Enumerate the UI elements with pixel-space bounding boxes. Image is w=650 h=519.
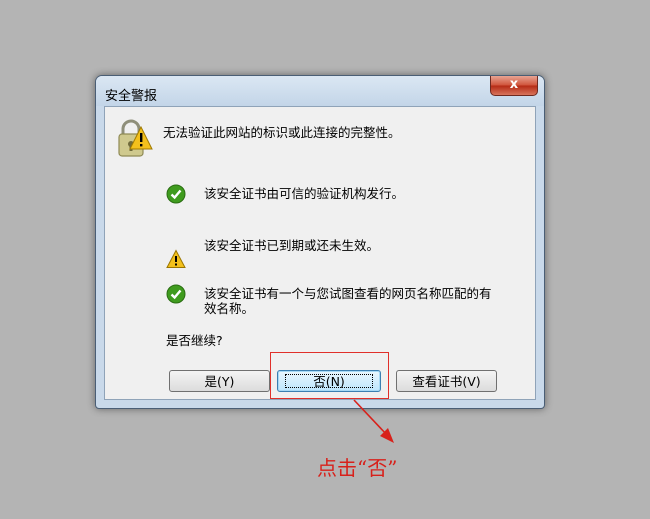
- annotation-text: 点击“否”: [317, 456, 398, 480]
- close-icon: x: [509, 77, 519, 92]
- dialog-title: 安全警报: [105, 89, 158, 104]
- highlight-box: [270, 352, 389, 399]
- yes-button[interactable]: 是(Y): [169, 370, 270, 392]
- ok-check-icon: [166, 284, 186, 304]
- continue-question: 是否继续?: [166, 333, 223, 348]
- warning-icon: [166, 249, 186, 268]
- header-message: 无法验证此网站的标识或此连接的完整性。: [163, 125, 401, 140]
- status-item-trusted-issuer: 该安全证书由可信的验证机构发行。: [204, 186, 405, 201]
- dialog-titlebar[interactable]: 安全警报 x: [96, 76, 544, 106]
- status-item-name-match-line1: 该安全证书有一个与您试图查看的网页名称匹配的有: [204, 286, 492, 301]
- ok-check-icon: [166, 184, 186, 204]
- status-item-name-match-line2: 效名称。: [204, 301, 255, 316]
- view-certificate-button[interactable]: 查看证书(V): [396, 370, 497, 392]
- close-button[interactable]: x: [490, 76, 538, 96]
- security-lock-warning-icon: [118, 119, 153, 157]
- annotation-arrow-icon: [353, 399, 394, 443]
- status-item-expired: 该安全证书已到期或还未生效。: [204, 238, 380, 253]
- status-item-name-match: 该安全证书有一个与您试图查看的网页名称匹配的有 效名称。: [204, 286, 492, 316]
